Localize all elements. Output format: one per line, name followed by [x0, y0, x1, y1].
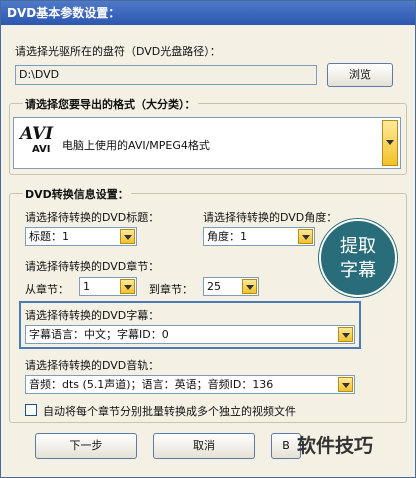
window-title: DVD基本参数设置： — [1, 1, 415, 25]
chapter-label: 请选择待转换的DVD章节： — [25, 260, 160, 273]
batch-checkbox[interactable] — [25, 404, 37, 416]
next-button[interactable]: 下一步 — [35, 433, 137, 459]
subtitle-label: 请选择待转换的DVD字幕： — [25, 309, 160, 322]
to-chapter-select[interactable]: 25 — [203, 277, 259, 296]
audio-label: 请选择待转换的DVD音轨： — [25, 359, 160, 372]
format-dropdown-arrow-icon[interactable] — [382, 120, 398, 166]
chevron-down-icon — [120, 229, 135, 244]
from-chapter-label: 从章节： — [25, 283, 69, 296]
to-chapter-label: 到章节： — [149, 283, 193, 296]
watermark: 软件技巧 — [297, 435, 374, 457]
convert-group-title: DVD转换信息设置： — [23, 186, 131, 202]
subtitle-select[interactable]: 字幕语言：中文；字幕ID：0 — [25, 325, 355, 344]
format-select[interactable]: AVI AVI 电脑上使用的AVI/MPEG4格式 — [13, 117, 401, 169]
from-chapter-select[interactable]: 1 — [79, 277, 137, 296]
batch-checkbox-label: 自动将每个章节分别批量转换成多个独立的视频文件 — [43, 405, 296, 418]
avi-logo-icon: AVI AVI — [20, 124, 54, 155]
source-label: 请选择光驱所在的盘符（DVD光盘路径）： — [15, 45, 221, 58]
chevron-down-icon — [242, 279, 257, 294]
audio-select[interactable]: 音频：dts (5.1声道)；语言：英语；音频ID：136 — [25, 375, 355, 394]
dvd-settings-dialog: DVD基本参数设置： 请选择光驱所在的盘符（DVD光盘路径）： D:\DVD 浏… — [0, 0, 416, 478]
chevron-down-icon — [338, 327, 353, 342]
chevron-down-icon — [338, 377, 353, 392]
format-selected-text: 电脑上使用的AVI/MPEG4格式 — [62, 139, 210, 152]
angle-label: 请选择待转换的DVD角度： — [203, 211, 338, 224]
format-group-title: 请选择您要导出的格式（大分类）： — [23, 96, 198, 112]
chevron-down-icon — [298, 229, 313, 244]
dvd-path-field[interactable]: D:\DVD — [15, 65, 317, 85]
cancel-button[interactable]: 取消 — [153, 433, 255, 459]
chevron-down-icon — [120, 279, 135, 294]
browse-button[interactable]: 浏览 — [327, 63, 393, 87]
title-label: 请选择待转换的DVD标题： — [25, 211, 160, 224]
extract-subtitle-callout: 提取 字幕 — [319, 219, 397, 297]
angle-select[interactable]: 角度：1 — [203, 227, 315, 246]
title-select[interactable]: 标题：1 — [25, 227, 137, 246]
